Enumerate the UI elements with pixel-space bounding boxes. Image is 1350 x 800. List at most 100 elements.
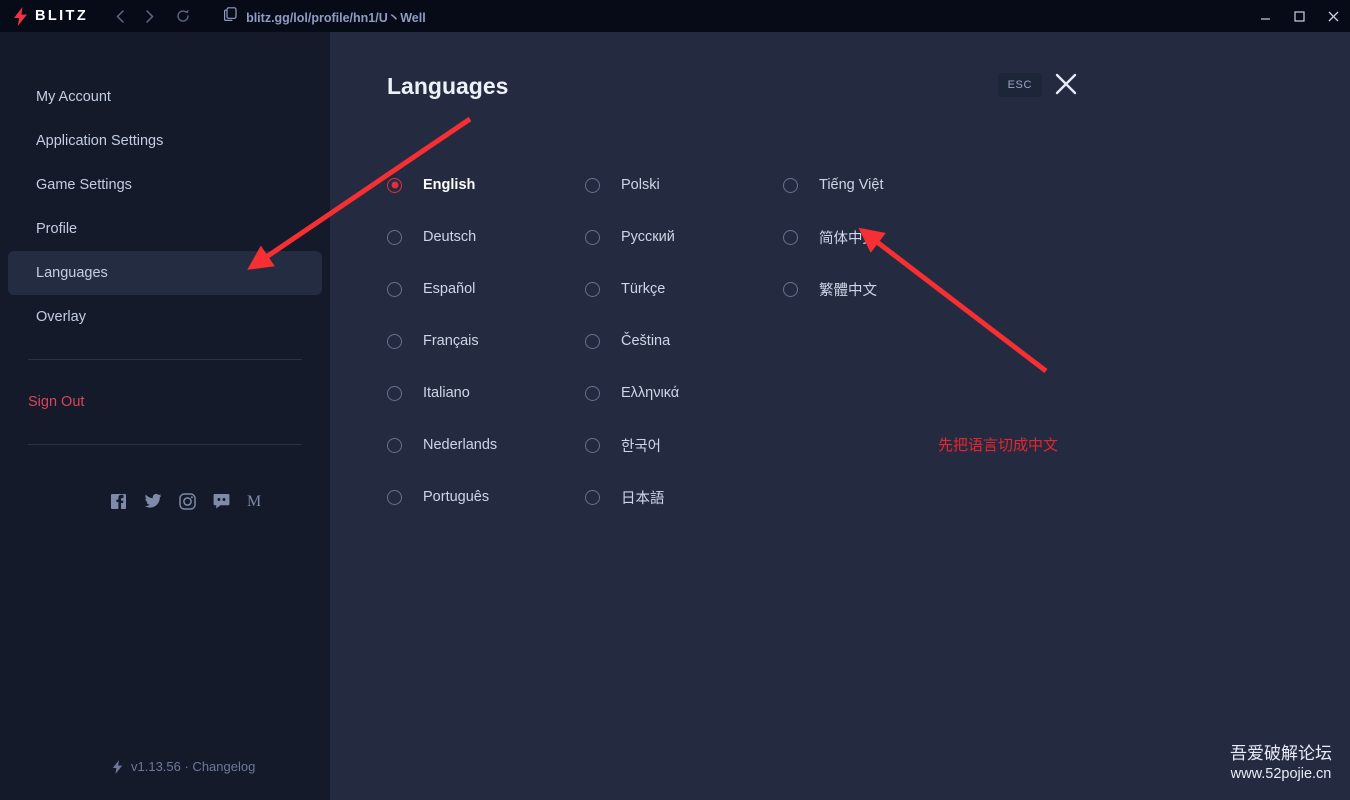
sidebar-item-label: My Account xyxy=(36,89,111,105)
copy-icon[interactable] xyxy=(224,6,237,26)
radio-button[interactable] xyxy=(387,229,402,245)
url-bar[interactable]: blitz.gg/lol/profile/hn1/U丶Well xyxy=(224,6,426,26)
sidebar-item-label: Overlay xyxy=(36,309,86,325)
forward-icon[interactable] xyxy=(146,9,160,23)
radio-button[interactable] xyxy=(585,385,600,401)
instagram-icon[interactable] xyxy=(179,493,196,515)
lightning-bolt-icon xyxy=(14,6,27,26)
sign-out-button[interactable]: Sign Out xyxy=(0,380,330,424)
radio-button[interactable] xyxy=(783,281,798,297)
sign-out-label: Sign Out xyxy=(28,394,85,410)
language-option[interactable]: 日本語 xyxy=(585,471,783,523)
blitz-app-window: BLITZ blitz.gg/lol/profile/hn1/U丶Well My… xyxy=(0,0,1350,800)
radio-button[interactable] xyxy=(585,281,600,297)
annotation-note: 先把语言切成中文 xyxy=(938,436,1059,454)
svg-text:M: M xyxy=(247,493,261,509)
language-label: Ελληνικά xyxy=(621,385,680,401)
watermark: 吾爱破解论坛 www.52pojie.cn xyxy=(1230,744,1332,783)
reload-icon[interactable] xyxy=(176,9,190,23)
language-option[interactable]: 한국어 xyxy=(585,419,783,471)
language-label: Italiano xyxy=(423,385,470,401)
sidebar-item-languages[interactable]: Languages xyxy=(8,251,322,295)
radio-button[interactable] xyxy=(387,437,402,453)
sidebar-item-label: Languages xyxy=(36,265,108,281)
language-label: 日本語 xyxy=(621,490,665,507)
language-option[interactable]: 繁體中文 xyxy=(783,263,981,315)
language-option[interactable]: Türkçe xyxy=(585,263,783,315)
discord-icon[interactable] xyxy=(213,493,230,515)
version-changelog[interactable]: v1.13.56 · Changelog xyxy=(112,759,255,774)
sidebar-item-profile[interactable]: Profile xyxy=(8,207,322,251)
lightning-bolt-icon xyxy=(112,759,123,774)
radio-button[interactable] xyxy=(387,489,402,505)
radio-button-selected[interactable] xyxy=(387,177,402,193)
language-option[interactable]: Tiếng Việt xyxy=(783,159,981,211)
sidebar-item-application-settings[interactable]: Application Settings xyxy=(8,119,322,163)
watermark-line-2: www.52pojie.cn xyxy=(1230,765,1332,782)
sidebar-divider-top xyxy=(28,359,302,360)
language-option[interactable]: Русский xyxy=(585,211,783,263)
language-option[interactable]: Português xyxy=(387,471,585,523)
language-label: Nederlands xyxy=(423,437,498,453)
esc-badge[interactable]: ESC xyxy=(997,73,1042,97)
browser-nav-controls xyxy=(116,9,190,23)
language-option[interactable]: Italiano xyxy=(387,367,585,419)
language-label: Русский xyxy=(621,229,675,245)
language-option[interactable]: Nederlands xyxy=(387,419,585,471)
language-option[interactable]: Ελληνικά xyxy=(585,367,783,419)
minimize-icon[interactable] xyxy=(1248,0,1282,32)
radio-button[interactable] xyxy=(387,281,402,297)
title-bar: BLITZ blitz.gg/lol/profile/hn1/U丶Well xyxy=(0,0,1350,32)
radio-button[interactable] xyxy=(387,385,402,401)
sidebar-item-game-settings[interactable]: Game Settings xyxy=(8,163,322,207)
sidebar-divider-bottom xyxy=(28,444,302,445)
window-close-icon[interactable] xyxy=(1316,0,1350,32)
language-label: Čeština xyxy=(621,333,671,349)
language-label: Tiếng Việt xyxy=(819,177,884,193)
sidebar-item-label: Profile xyxy=(36,221,78,237)
language-label: Português xyxy=(423,489,490,505)
page-title: Languages xyxy=(387,73,509,99)
url-text: blitz.gg/lol/profile/hn1/U丶Well xyxy=(246,10,426,25)
language-label: Español xyxy=(423,281,476,297)
language-label: 简体中文 xyxy=(819,230,877,247)
radio-button[interactable] xyxy=(783,229,798,245)
language-label: Polski xyxy=(621,177,660,193)
language-option[interactable]: Français xyxy=(387,315,585,367)
twitter-icon[interactable] xyxy=(144,493,162,515)
facebook-icon[interactable] xyxy=(110,493,127,515)
window-controls xyxy=(1248,0,1350,32)
sidebar-nav: My Account Application Settings Game Setti… xyxy=(0,32,330,339)
radio-button[interactable] xyxy=(783,177,798,193)
sidebar-item-overlay[interactable]: Overlay xyxy=(8,295,322,339)
radio-button[interactable] xyxy=(585,489,600,505)
sidebar-item-label: Game Settings xyxy=(36,177,132,193)
panel-close-icon[interactable] xyxy=(1053,71,1079,97)
language-option[interactable]: English xyxy=(387,159,585,211)
language-label: 繁體中文 xyxy=(819,282,877,299)
watermark-line-1: 吾爱破解论坛 xyxy=(1230,743,1332,764)
language-option[interactable]: Español xyxy=(387,263,585,315)
language-label: Türkçe xyxy=(621,281,666,297)
sidebar-item-my-account[interactable]: My Account xyxy=(8,75,322,119)
radio-button[interactable] xyxy=(585,333,600,349)
radio-button[interactable] xyxy=(585,437,600,453)
language-option[interactable]: Čeština xyxy=(585,315,783,367)
radio-button[interactable] xyxy=(387,333,402,349)
language-label: Français xyxy=(423,333,479,349)
radio-button[interactable] xyxy=(585,177,600,193)
language-label: English xyxy=(423,177,476,193)
language-option[interactable]: 简体中文 xyxy=(783,211,981,263)
sidebar-item-label: Application Settings xyxy=(36,133,164,149)
brand-name: BLITZ xyxy=(35,8,89,24)
settings-sidebar: My Account Application Settings Game Setti… xyxy=(0,32,330,800)
back-icon[interactable] xyxy=(116,9,130,23)
radio-button[interactable] xyxy=(585,229,600,245)
languages-panel: Languages ESC English Polski Tiếng Việt Deu… xyxy=(330,32,1350,800)
language-option[interactable]: Polski xyxy=(585,159,783,211)
maximize-icon[interactable] xyxy=(1282,0,1316,32)
version-text: v1.13.56 · Changelog xyxy=(131,759,256,774)
language-option[interactable]: Deutsch xyxy=(387,211,585,263)
language-label: Deutsch xyxy=(423,229,477,245)
medium-icon[interactable]: M xyxy=(247,493,264,515)
